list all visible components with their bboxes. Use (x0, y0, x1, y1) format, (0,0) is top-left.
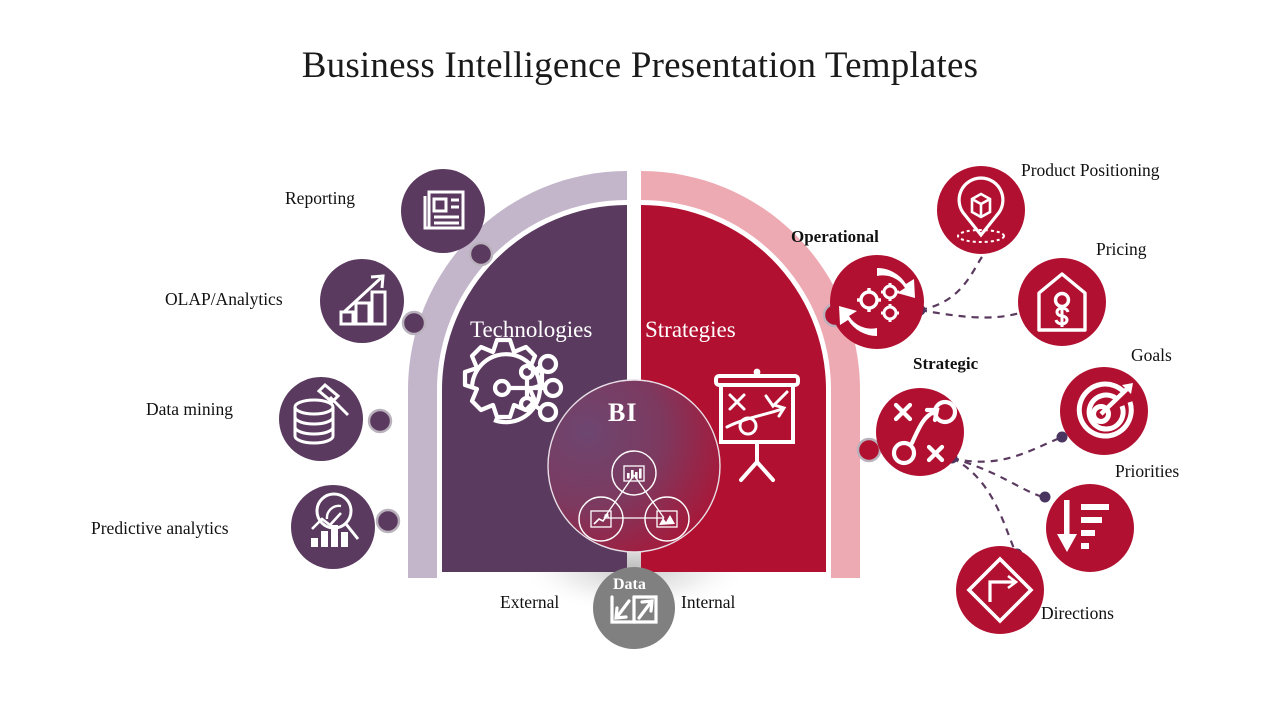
left-node-olap[interactable] (320, 259, 404, 343)
label-goals: Goals (1131, 345, 1172, 365)
right-node-priorities[interactable] (1046, 484, 1134, 572)
label-internal: Internal (681, 592, 736, 612)
label-operational: Operational (791, 227, 879, 246)
label-olap-analytics: OLAP/Analytics (165, 289, 283, 309)
label-directions: Directions (1041, 603, 1114, 623)
label-data-mining: Data mining (146, 399, 233, 419)
label-external: External (500, 592, 560, 612)
data-node-label: Data (613, 576, 646, 593)
label-predictive-analytics: Predictive analytics (91, 518, 229, 538)
label-reporting: Reporting (285, 188, 355, 208)
label-pricing: Pricing (1096, 239, 1147, 259)
slide-canvas: Business Intelligence Presentation Templ… (0, 0, 1280, 720)
arc-label-technologies: Technologies (470, 317, 593, 342)
label-product-positioning: Product Positioning (1021, 160, 1160, 180)
right-node-strategic[interactable] (876, 388, 964, 476)
label-priorities: Priorities (1115, 461, 1180, 481)
label-strategic: Strategic (913, 354, 979, 373)
right-node-pricing[interactable] (1018, 258, 1106, 346)
arc-label-strategies: Strategies (645, 317, 736, 342)
hub-label: BI (608, 398, 638, 427)
